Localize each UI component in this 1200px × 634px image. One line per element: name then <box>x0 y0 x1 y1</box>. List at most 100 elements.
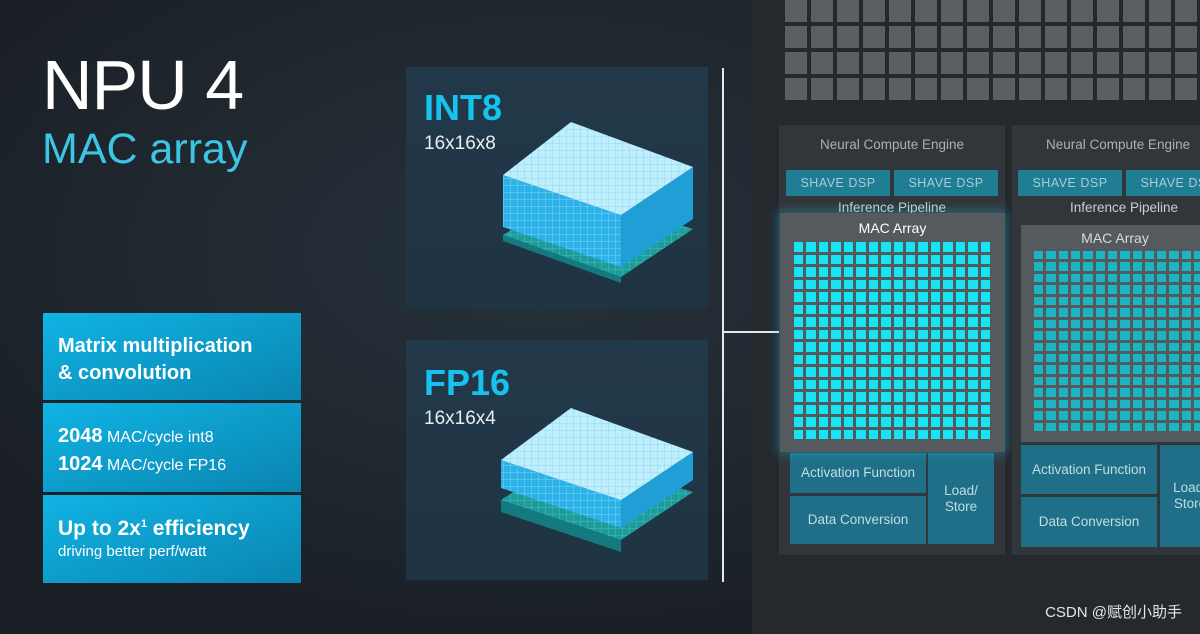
watermark: CSDN @赋创小助手 <box>1045 604 1182 621</box>
mac-unit <box>1070 376 1081 386</box>
mac-unit <box>1046 388 1056 397</box>
mac-unit <box>1034 262 1044 271</box>
mac-unit <box>868 342 879 352</box>
mac-unit <box>1132 331 1142 340</box>
mac-unit <box>881 317 891 327</box>
memory-block <box>837 26 859 48</box>
mac-unit <box>1034 388 1044 397</box>
mac-unit <box>831 254 841 264</box>
mac-unit <box>968 242 978 252</box>
memory-block <box>811 0 833 22</box>
mac-unit <box>1107 353 1118 363</box>
mac-unit <box>831 267 841 277</box>
mac-unit <box>831 404 841 414</box>
mac-unit <box>1194 399 1200 409</box>
mac-unit <box>1083 388 1093 397</box>
mac-unit <box>905 242 916 252</box>
mac-unit <box>955 342 966 352</box>
mac-unit <box>806 379 816 389</box>
mac-unit <box>930 242 941 252</box>
mac-unit <box>955 267 966 277</box>
memory-block <box>837 78 859 100</box>
mac-unit <box>1058 399 1068 409</box>
mac-unit <box>1120 251 1130 260</box>
mac-unit <box>1181 342 1192 351</box>
mac-unit <box>868 292 879 302</box>
mac-unit <box>806 342 816 352</box>
memory-block <box>993 0 1015 22</box>
memory-block <box>1123 26 1145 48</box>
mac-unit <box>918 417 928 427</box>
memory-block <box>1071 78 1093 100</box>
mac-unit <box>1157 285 1167 294</box>
mac-unit <box>1194 365 1200 374</box>
mac-unit <box>856 329 866 339</box>
mac-unit <box>1058 262 1068 271</box>
mac-unit <box>980 329 990 339</box>
feature-text: Matrix multiplication <box>58 335 253 357</box>
mac-unit <box>1046 251 1056 260</box>
memory-block <box>1149 52 1171 74</box>
mac-array-title: MAC Array <box>1081 230 1149 246</box>
mac-unit <box>955 392 966 402</box>
memory-block <box>1123 78 1145 100</box>
mac-unit <box>1046 285 1056 294</box>
mac-unit <box>1181 308 1192 317</box>
mac-unit <box>1132 399 1142 409</box>
mac-unit <box>1034 411 1044 420</box>
mac-unit <box>1070 365 1081 374</box>
load-store: Load/ Store <box>928 453 994 544</box>
mac-unit <box>1169 308 1179 317</box>
mac-unit <box>1157 399 1167 409</box>
mac-unit <box>856 317 866 327</box>
mac-unit <box>806 279 816 289</box>
mac-unit <box>868 392 879 402</box>
mac-unit <box>943 267 953 277</box>
mac-unit <box>1058 411 1068 420</box>
mac-unit <box>1169 331 1179 340</box>
mac-unit <box>1144 353 1155 363</box>
mac-unit <box>968 429 978 439</box>
mac-unit <box>1157 262 1167 271</box>
mac-unit <box>955 242 966 252</box>
mac-unit <box>1034 251 1044 260</box>
mac-unit <box>1070 342 1081 351</box>
mac-unit <box>1169 365 1179 374</box>
mac-unit <box>968 254 978 264</box>
mac-unit <box>1157 296 1167 306</box>
memory-block <box>1019 0 1041 22</box>
mac-unit <box>818 242 829 252</box>
mac-unit <box>1107 365 1118 374</box>
mac-unit <box>1132 342 1142 351</box>
data-conversion: Data Conversion <box>790 496 926 544</box>
mac-unit <box>868 417 879 427</box>
mac-unit <box>1070 353 1081 363</box>
mac-unit <box>1181 285 1192 294</box>
mac-unit <box>1144 296 1155 306</box>
mac-unit <box>831 242 841 252</box>
mac-unit <box>918 354 928 364</box>
mac-unit <box>893 404 903 414</box>
int8-mac-count: 2048 <box>58 425 103 447</box>
mac-unit <box>1132 273 1142 283</box>
memory-block <box>967 78 989 100</box>
mac-unit <box>918 367 928 377</box>
mac-unit <box>930 404 941 414</box>
mac-unit <box>1095 399 1105 409</box>
memory-block <box>993 52 1015 74</box>
memory-block <box>941 52 963 74</box>
mac-unit <box>1157 365 1167 374</box>
mac-unit <box>1194 285 1200 294</box>
mac-unit <box>1083 376 1093 386</box>
mac-unit <box>1083 273 1093 283</box>
memory-block <box>1071 52 1093 74</box>
mac-unit <box>955 292 966 302</box>
mac-unit <box>868 279 879 289</box>
mac-unit <box>980 292 990 302</box>
slide-subtitle: MAC array <box>42 125 248 173</box>
mac-unit <box>818 254 829 264</box>
mac-unit <box>1046 365 1056 374</box>
mac-unit <box>943 342 953 352</box>
mac-unit <box>918 304 928 314</box>
mac-unit <box>794 379 804 389</box>
